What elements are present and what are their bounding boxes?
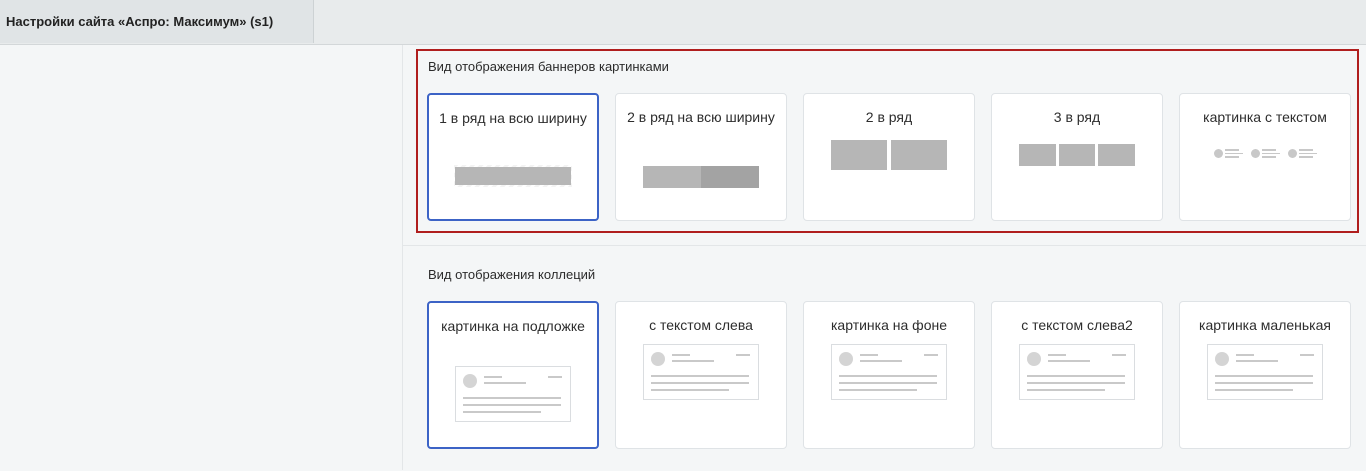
- option-label: картинка на фоне: [831, 317, 947, 333]
- option-label: картинка маленькая: [1199, 317, 1331, 333]
- banner-option-1-full[interactable]: 1 в ряд на всю ширину: [427, 93, 599, 221]
- collections-section-title: Вид отображения коллеций: [428, 267, 596, 282]
- preview-card: [831, 344, 947, 400]
- option-label: 2 в ряд на всю ширину: [627, 109, 775, 125]
- preview-two-full: [643, 166, 759, 188]
- preview-full-width: [454, 165, 572, 187]
- preview-banner: [701, 166, 759, 188]
- banner-option-3-row[interactable]: 3 в ряд: [991, 93, 1163, 221]
- banner-option-2-row[interactable]: 2 в ряд: [803, 93, 975, 221]
- preview-image-text: [1180, 149, 1350, 158]
- tab-site-settings[interactable]: Настройки сайта «Аспро: Максимум» (s1): [0, 0, 314, 43]
- preview-banner: [643, 166, 701, 188]
- option-label: с текстом слева2: [1021, 317, 1133, 333]
- banner-option-2-full[interactable]: 2 в ряд на всю ширину: [615, 93, 787, 221]
- preview-banner: [1098, 144, 1136, 166]
- preview-three-row: [1019, 144, 1136, 166]
- banner-option-image-text[interactable]: картинка с текстом: [1179, 93, 1351, 221]
- preview-banner: [831, 140, 887, 170]
- banners-options: 1 в ряд на всю ширину 2 в ряд на всю шир…: [427, 93, 1351, 221]
- option-label: 1 в ряд на всю ширину: [439, 110, 587, 126]
- preview-banner: [891, 140, 947, 170]
- collection-option-text-left[interactable]: с текстом слева: [615, 301, 787, 449]
- option-label: с текстом слева: [649, 317, 753, 333]
- collection-option-small-image[interactable]: картинка маленькая: [1179, 301, 1351, 449]
- collection-option-background[interactable]: картинка на фоне: [803, 301, 975, 449]
- top-bar: Настройки сайта «Аспро: Максимум» (s1): [0, 0, 1366, 45]
- option-label: картинка на подложке: [441, 318, 585, 334]
- preview-banner: [1019, 144, 1056, 166]
- sidebar: [0, 45, 403, 470]
- collection-option-text-left2[interactable]: с текстом слева2: [991, 301, 1163, 449]
- preview-two-row: [831, 140, 947, 170]
- option-label: картинка с текстом: [1203, 109, 1327, 125]
- preview-card: [643, 344, 759, 400]
- tab-title: Настройки сайта «Аспро: Максимум» (s1): [6, 14, 274, 29]
- option-label: 3 в ряд: [1053, 109, 1101, 125]
- preview-card: [455, 366, 571, 422]
- collections-options: картинка на подложке с текстом слева кар…: [427, 301, 1351, 449]
- banners-section-title: Вид отображения баннеров картинками: [428, 59, 669, 74]
- preview-banner: [455, 167, 571, 185]
- option-label: 2 в ряд: [865, 109, 913, 125]
- collection-option-substrate[interactable]: картинка на подложке: [427, 301, 599, 449]
- preview-card: [1207, 344, 1323, 400]
- preview-banner: [1058, 144, 1096, 166]
- preview-card: [1019, 344, 1135, 400]
